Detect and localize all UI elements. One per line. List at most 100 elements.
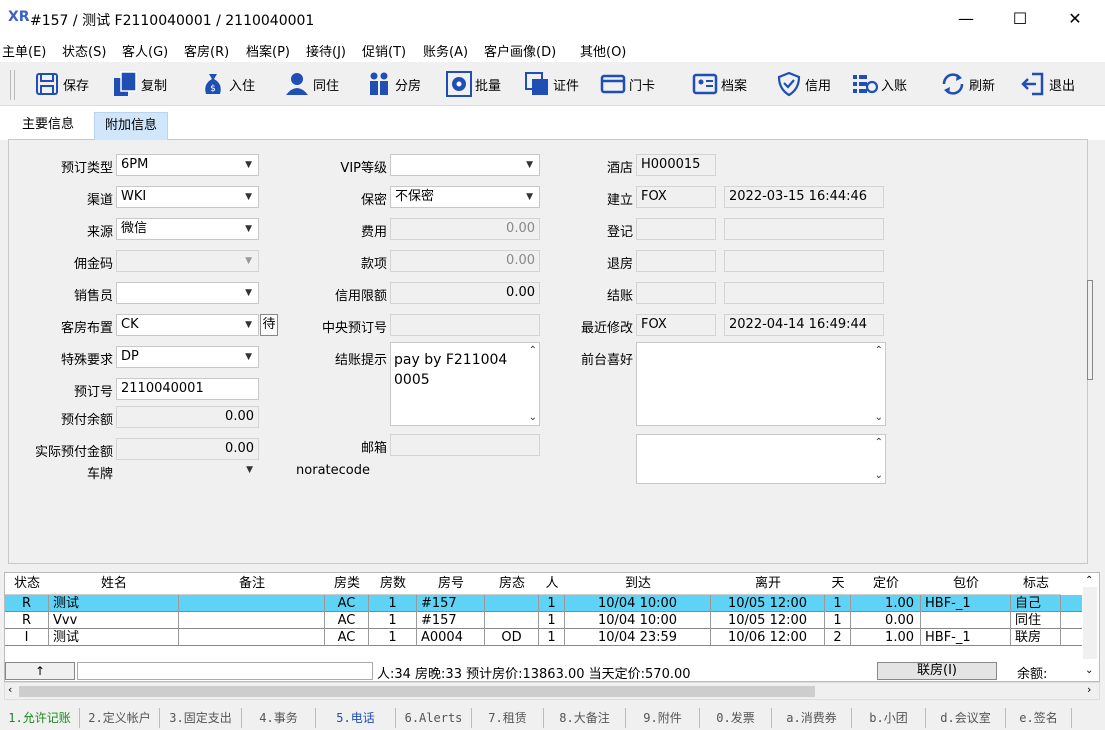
scroll-down-icon[interactable]: ⌄ xyxy=(875,412,883,423)
bottom-tab-5[interactable]: 5.电话 xyxy=(316,708,396,728)
item-field: 0.00 xyxy=(390,250,540,272)
copy-button[interactable]: 复制 xyxy=(112,68,167,100)
split-button[interactable]: 分房 xyxy=(366,68,421,100)
scroll-up-icon[interactable]: ⌃ xyxy=(529,345,537,356)
table-row[interactable]: R 测试 AC 1 #157 1 10/04 10:00 10/05 12:00 1 1.00 HB… xyxy=(5,595,1082,612)
col-status[interactable]: 状态 xyxy=(5,573,49,595)
channel-select[interactable]: WKI ▼ xyxy=(116,186,259,208)
col-flag[interactable]: 标志 xyxy=(1011,573,1061,595)
scroll-down-icon[interactable]: ⌄ xyxy=(875,470,883,481)
bottom-tab-14[interactable]: e.签名 xyxy=(1006,708,1072,728)
grid-filter-field[interactable] xyxy=(77,662,373,680)
scroll-left-icon[interactable]: ‹ xyxy=(8,683,12,696)
col-persons[interactable]: 人 xyxy=(539,573,565,595)
col-name[interactable]: 姓名 xyxy=(49,573,179,595)
secret-select[interactable]: 不保密 ▼ xyxy=(390,186,540,208)
menu-item-accounts[interactable]: 账务(A) xyxy=(423,41,468,60)
scroll-thumb[interactable] xyxy=(19,686,815,697)
exit-button[interactable]: 退出 xyxy=(1020,68,1075,100)
bottom-tab-13[interactable]: d.会议室 xyxy=(926,708,1006,728)
tab-main-info[interactable]: 主要信息 xyxy=(12,112,84,140)
refresh-button[interactable]: 刷新 xyxy=(940,68,995,100)
plate-select[interactable]: ▼ xyxy=(116,460,259,482)
bottom-tab-9[interactable]: 9.附件 xyxy=(626,708,700,728)
bottom-tab-6[interactable]: 6.Alerts xyxy=(396,708,472,728)
menu-item-portrait[interactable]: 客户画像(D) xyxy=(484,41,556,60)
chevron-down-icon: ▼ xyxy=(245,160,252,170)
cell-days: 1 xyxy=(825,595,851,612)
source-select[interactable]: 微信 ▼ xyxy=(116,218,259,240)
col-departure[interactable]: 离开 xyxy=(711,573,825,595)
post-button[interactable]: 入账 xyxy=(852,68,907,100)
table-row[interactable]: R Vvv AC 1 #157 1 10/04 10:00 10/05 12:00 1 0.00 同… xyxy=(5,612,1082,629)
salesperson-select[interactable]: ▼ xyxy=(116,282,259,304)
profile-button[interactable]: 档案 xyxy=(692,68,747,100)
note2-textarea[interactable]: ⌃ ⌄ xyxy=(636,434,886,484)
checkout-hint-text: pay by F2110040005 xyxy=(394,352,508,388)
room-layout-select[interactable]: CK ▼ xyxy=(116,314,259,336)
menu-item-other[interactable]: 其他(O) xyxy=(580,41,626,60)
col-package[interactable]: 包价 xyxy=(921,573,1011,595)
booking-no-field[interactable]: 2110040001 xyxy=(116,378,259,400)
grid-vertical-scrollbar[interactable] xyxy=(1083,587,1097,659)
booking-type-select[interactable]: 6PM ▼ xyxy=(116,154,259,176)
scroll-right-icon[interactable]: › xyxy=(1087,683,1091,696)
menu-item-status[interactable]: 状态(S) xyxy=(62,41,106,60)
horizontal-scrollbar[interactable]: ‹ › xyxy=(4,682,1100,700)
vip-select[interactable]: ▼ xyxy=(390,154,540,176)
menu-item-profile[interactable]: 档案(P) xyxy=(246,41,290,60)
bottom-tab-8[interactable]: 8.大备注 xyxy=(544,708,626,728)
col-remark[interactable]: 备注 xyxy=(179,573,325,595)
grid-scroll-down-icon[interactable]: ⌄ xyxy=(1085,665,1093,676)
col-room-count[interactable]: 房数 xyxy=(369,573,417,595)
col-room-state[interactable]: 房态 xyxy=(485,573,539,595)
col-arrival[interactable]: 到达 xyxy=(565,573,711,595)
close-button[interactable]: ✕ xyxy=(1052,6,1098,32)
refresh-label: 刷新 xyxy=(969,78,996,94)
bottom-tab-10[interactable]: 0.发票 xyxy=(700,708,772,728)
col-room-type[interactable]: 房类 xyxy=(325,573,369,595)
special-select[interactable]: DP ▼ xyxy=(116,346,259,368)
checkout-hint-textarea[interactable]: pay by F2110040005 ⌃ ⌄ xyxy=(390,342,540,426)
menu-item-room[interactable]: 客房(R) xyxy=(184,41,229,60)
side-splitter-handle[interactable] xyxy=(1087,280,1093,380)
bottom-tab-4[interactable]: 4.事务 xyxy=(242,708,316,728)
col-rate[interactable]: 定价 xyxy=(851,573,921,595)
credit-button[interactable]: 信用 xyxy=(776,68,831,100)
bottom-tab-7[interactable]: 7.租赁 xyxy=(472,708,544,728)
keycard-button[interactable]: 门卡 xyxy=(600,68,655,100)
share-button[interactable]: 同住 xyxy=(284,68,339,100)
tab-extra-info[interactable]: 附加信息 xyxy=(94,112,169,140)
maximize-button[interactable]: ☐ xyxy=(997,6,1043,32)
certificate-button[interactable]: 证件 xyxy=(524,68,579,100)
col-room-no[interactable]: 房号 xyxy=(417,573,485,595)
table-row[interactable]: I 测试 AC 1 A0004 OD 1 10/04 23:59 10/06 12:00 2 1.0… xyxy=(5,629,1082,646)
batch-button[interactable]: 批量 xyxy=(446,68,501,100)
exit-icon xyxy=(1021,72,1044,96)
menu-item-main[interactable]: 主单(E) xyxy=(2,41,46,60)
checkin-button[interactable]: $ 入住 xyxy=(200,68,255,100)
fee-label: 费用 xyxy=(360,225,387,240)
cell-room-count: 1 xyxy=(369,629,417,646)
menu-item-promo[interactable]: 促销(T) xyxy=(362,41,406,60)
scroll-up-icon[interactable]: ⌃ xyxy=(875,437,883,448)
col-days[interactable]: 天 xyxy=(825,573,851,595)
bottom-tab-2[interactable]: 2.定义帐户 xyxy=(80,708,160,728)
menu-item-reception[interactable]: 接待(J) xyxy=(306,41,346,60)
scroll-down-icon[interactable]: ⌄ xyxy=(529,412,537,423)
bottom-tab-1[interactable]: 1.允许记账 xyxy=(0,708,80,728)
split-label: 分房 xyxy=(395,78,422,94)
cell-departure: 10/06 12:00 xyxy=(711,629,825,646)
scroll-up-icon[interactable]: ⌃ xyxy=(875,345,883,356)
shield-check-icon xyxy=(777,71,801,97)
save-button[interactable]: 保存 xyxy=(34,68,89,100)
minimize-button[interactable]: — xyxy=(943,6,989,32)
bottom-tab-11[interactable]: a.消费券 xyxy=(772,708,852,728)
bottom-tab-12[interactable]: b.小团 xyxy=(852,708,926,728)
pref-textarea[interactable]: ⌃ ⌄ xyxy=(636,342,886,426)
sort-up-button[interactable]: ↑ xyxy=(5,662,75,680)
menu-item-guest[interactable]: 客人(G) xyxy=(122,41,168,60)
link-room-button[interactable]: 联房(I) xyxy=(877,662,997,680)
bottom-tab-3[interactable]: 3.固定支出 xyxy=(160,708,242,728)
grid-scroll-up-icon[interactable]: ⌃ xyxy=(1085,575,1093,586)
